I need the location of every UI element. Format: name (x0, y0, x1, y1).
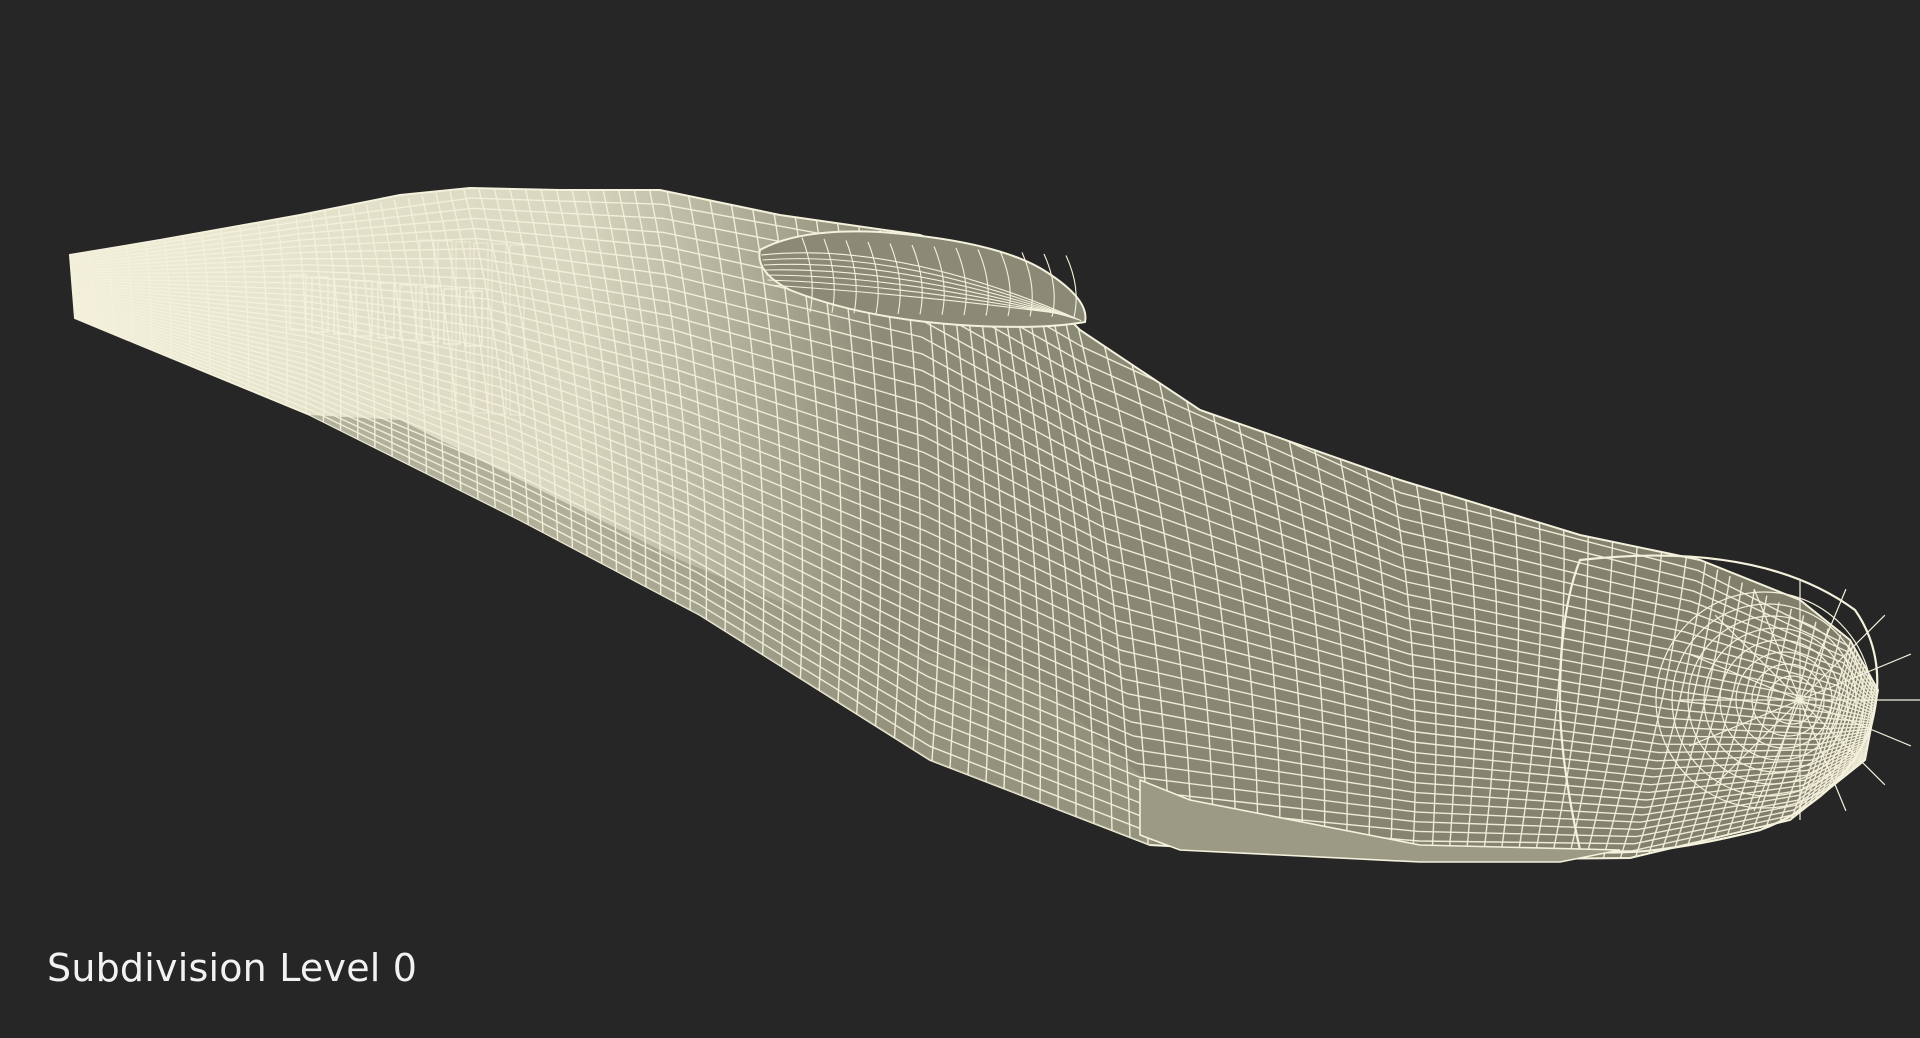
subdivision-level-label: Subdivision Level 0 (47, 946, 418, 990)
viewport: Subdivision Level 0 (0, 0, 1920, 1038)
train-wireframe-render (68, 186, 1920, 863)
